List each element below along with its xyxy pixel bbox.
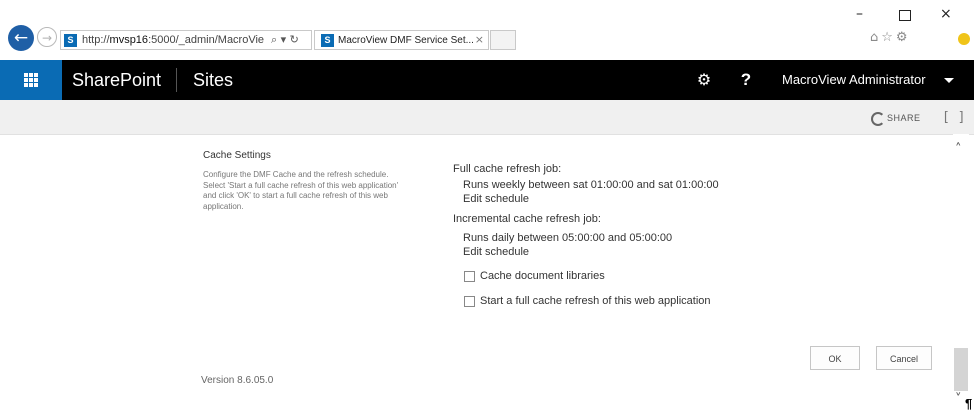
full-refresh-label: Full cache refresh job: xyxy=(453,163,562,175)
cache-document-libraries-checkbox[interactable] xyxy=(464,271,475,282)
ribbon xyxy=(0,100,974,135)
search-refresh-controls[interactable]: ⌕ ▾ ↻ xyxy=(271,33,299,47)
help-icon[interactable]: ? xyxy=(728,60,764,100)
sharepoint-brand-link[interactable]: SharePoint xyxy=(72,70,161,91)
tab-title: MacroView DMF Service Set... xyxy=(338,35,474,46)
user-menu[interactable]: MacroView Administrator xyxy=(782,72,926,87)
sharepoint-favicon-icon: S xyxy=(321,34,334,47)
start-full-refresh-checkbox[interactable] xyxy=(464,296,475,307)
ok-button[interactable]: OK xyxy=(810,346,860,370)
scroll-up-icon[interactable]: ˄ xyxy=(955,142,962,157)
app-launcher-button[interactable] xyxy=(0,60,62,100)
arrow-left-icon: ← xyxy=(13,28,29,48)
minimize-icon[interactable]: – xyxy=(856,6,863,22)
full-refresh-edit-schedule-link[interactable]: Edit schedule xyxy=(463,193,529,205)
forward-button[interactable]: → xyxy=(37,27,57,47)
waffle-icon xyxy=(24,73,38,87)
version-label: Version 8.6.05.0 xyxy=(201,375,274,386)
address-bar[interactable]: S http://mvsp16:5000/_admin/MacroVie ⌕ ▾… xyxy=(60,30,312,50)
cancel-button[interactable]: Cancel xyxy=(876,346,932,370)
suite-bar-divider xyxy=(176,68,177,92)
focus-on-content-icon[interactable]: [ ] xyxy=(942,110,965,125)
start-full-refresh-label[interactable]: Start a full cache refresh of this web a… xyxy=(480,295,711,307)
scrollbar-thumb[interactable] xyxy=(954,348,968,391)
sharepoint-favicon-icon: S xyxy=(64,34,77,47)
scroll-down-icon[interactable]: ˅ xyxy=(955,392,962,407)
pilcrow-mark: ¶ xyxy=(965,396,973,411)
caret-down-icon[interactable] xyxy=(944,78,954,83)
incremental-refresh-schedule: Runs daily between 05:00:00 and 05:00:00 xyxy=(463,232,673,244)
browser-toolbar-icons[interactable]: ⌂☆⚙ xyxy=(870,30,911,45)
gear-icon[interactable]: ⚙ xyxy=(684,60,724,100)
maximize-icon[interactable] xyxy=(899,10,911,21)
incremental-refresh-label: Incremental cache refresh job: xyxy=(453,213,601,225)
sites-link[interactable]: Sites xyxy=(193,70,233,91)
close-icon[interactable]: × xyxy=(940,6,952,22)
share-button[interactable]: SHARE xyxy=(887,113,921,123)
back-button[interactable]: ← xyxy=(8,25,34,51)
incremental-refresh-edit-schedule-link[interactable]: Edit schedule xyxy=(463,246,529,258)
browser-tab[interactable]: S MacroView DMF Service Set... × xyxy=(314,30,489,50)
section-description: Configure the DMF Cache and the refresh … xyxy=(203,170,399,211)
feedback-smiley-icon[interactable] xyxy=(958,33,970,45)
share-icon[interactable] xyxy=(871,112,885,126)
full-refresh-schedule: Runs weekly between sat 01:00:00 and sat… xyxy=(463,179,719,191)
tab-close-icon[interactable]: × xyxy=(475,33,484,46)
section-title: Cache Settings xyxy=(203,150,271,161)
arrow-right-icon: → xyxy=(41,31,53,45)
url-text[interactable]: http://mvsp16:5000/_admin/MacroVie xyxy=(82,34,264,46)
cache-document-libraries-label[interactable]: Cache document libraries xyxy=(480,270,605,282)
new-tab-button[interactable] xyxy=(490,30,516,50)
